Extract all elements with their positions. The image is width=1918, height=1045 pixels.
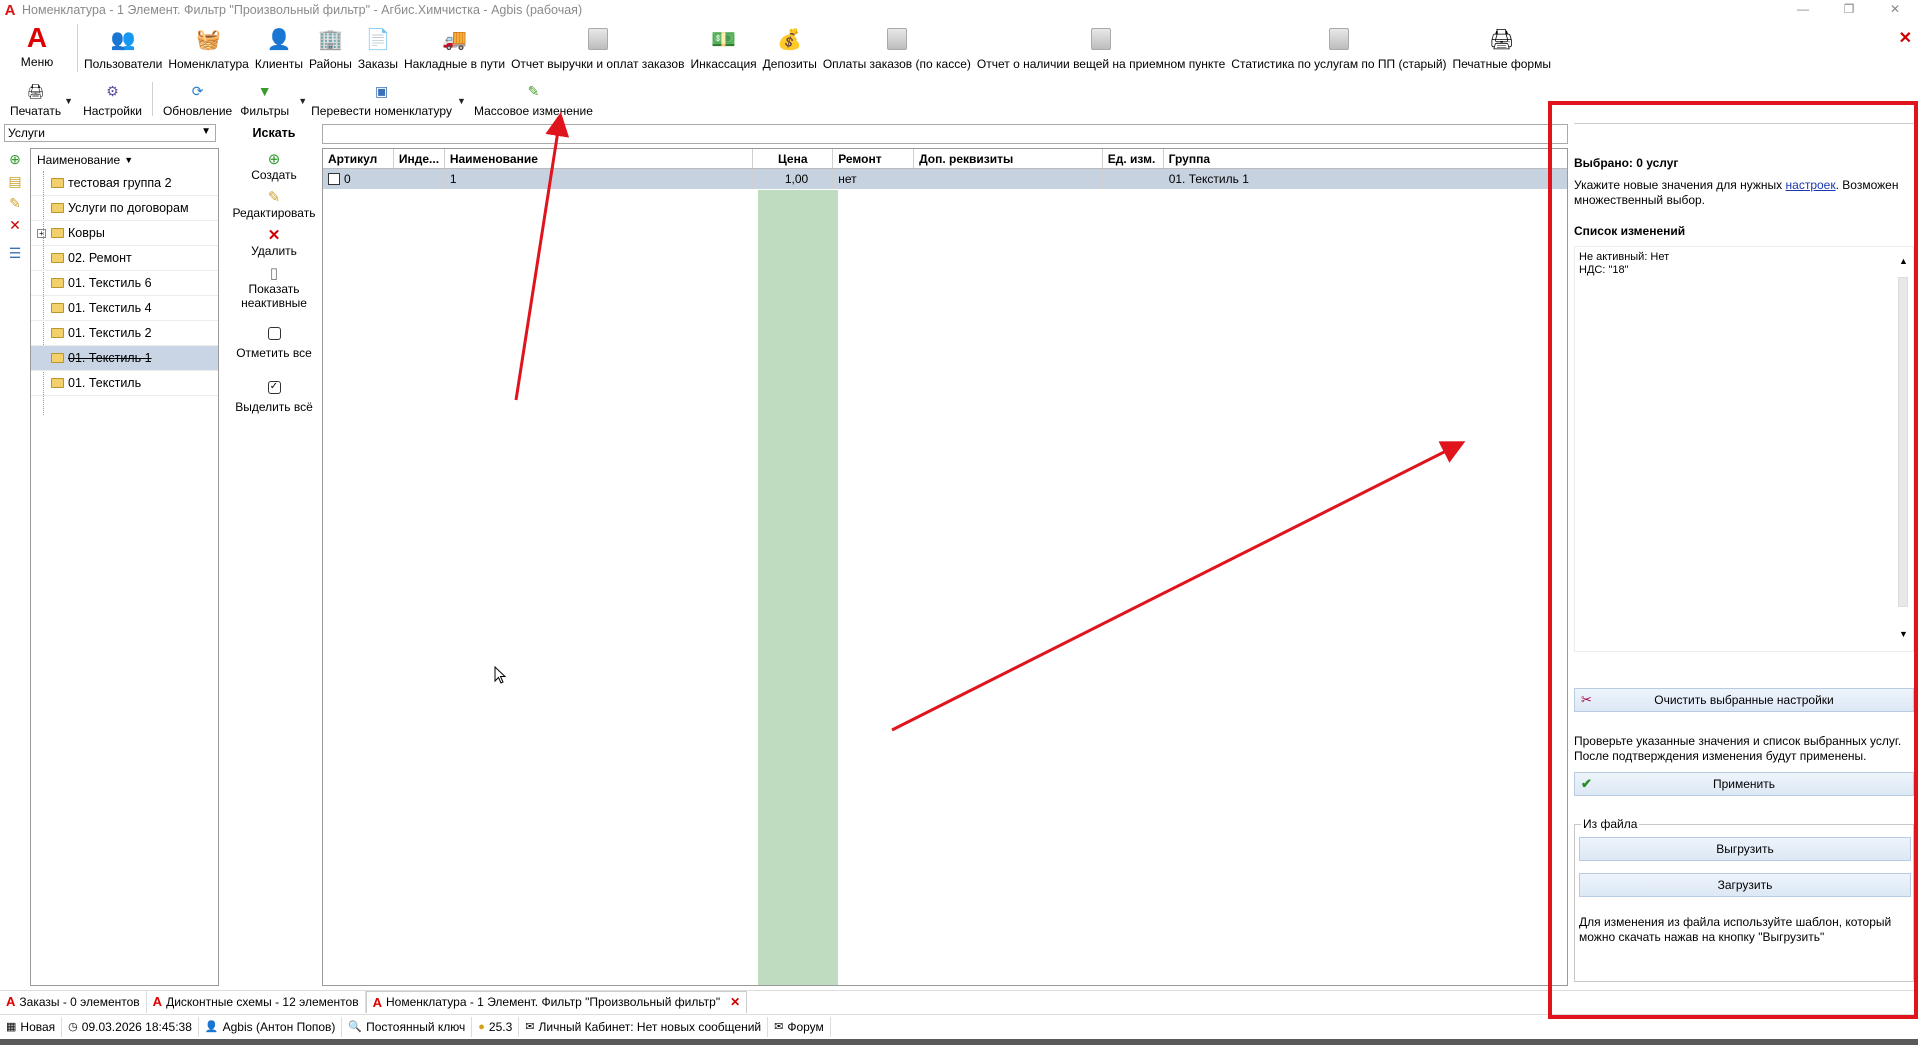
annotation-arrow-up [514,112,570,401]
annotation-arrows [514,112,1466,732]
mouse-cursor-icon [494,666,507,684]
annotation-arrow-right [891,441,1466,732]
